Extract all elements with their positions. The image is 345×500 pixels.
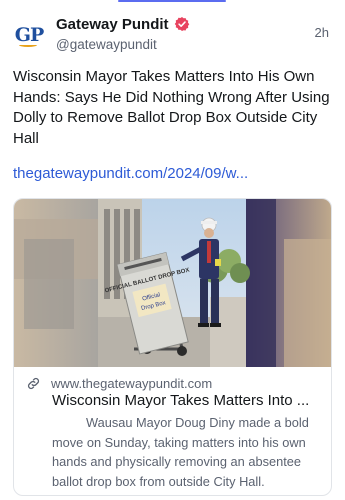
post-link[interactable]: thegatewaypundit.com/2024/09/w... [13,165,248,182]
card-description: Wausau Mayor Doug Diny made a bold move … [52,415,309,489]
card-image[interactable]: OFFICIAL BALLOT DROP BOX Official Drop B… [14,199,331,367]
link-preview-card[interactable]: OFFICIAL BALLOT DROP BOX Official Drop B… [13,198,332,496]
display-name[interactable]: Gateway Pundit [56,16,169,33]
post-header: GP Gateway Pundit @gatewaypundit 2h [12,14,333,54]
card-title[interactable]: Wisconsin Mayor Takes Matters Into ... [52,392,324,409]
post[interactable]: GP Gateway Pundit @gatewaypundit 2h Wisc… [0,0,345,500]
link-icon [27,377,40,390]
card-meta: www.thegatewaypundit.com Wisconsin Mayor… [14,367,331,495]
card-domain-row: www.thegatewaypundit.com [26,376,212,391]
avatar-swoosh [19,43,37,47]
card-domain: www.thegatewaypundit.com [51,376,213,391]
avatar[interactable]: GP [12,18,46,52]
display-name-row: Gateway Pundit [56,14,190,34]
author-handle[interactable]: @gatewaypundit [56,37,190,52]
author-names: Gateway Pundit @gatewaypundit [56,14,190,52]
verified-badge-icon [174,17,189,31]
post-text: Wisconsin Mayor Takes Matters Into His O… [13,68,330,147]
post-timestamp[interactable]: 2h [315,25,329,40]
